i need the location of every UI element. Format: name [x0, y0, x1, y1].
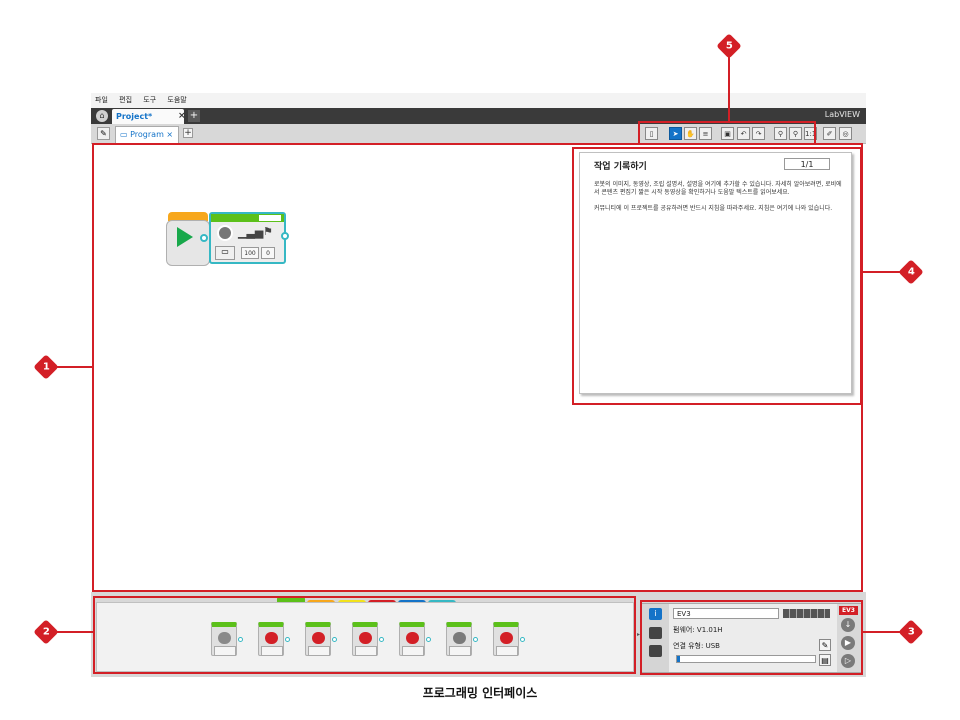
callout-badge-3: 3 — [898, 619, 924, 645]
menu-edit[interactable]: 편집 — [119, 93, 132, 108]
callout-leader — [56, 366, 93, 368]
lobby-home-icon[interactable]: ⌂ — [96, 110, 108, 122]
program-icon: ▭ — [120, 130, 128, 139]
close-icon[interactable]: × — [178, 109, 188, 124]
callout-frame-palette — [93, 596, 636, 674]
callout-frame-content-editor — [572, 147, 862, 405]
menu-bar: 파일 편집 도구 도움말 — [91, 93, 866, 108]
menu-file[interactable]: 파일 — [95, 93, 108, 108]
figure-caption: 프로그래밍 인터페이스 — [422, 686, 538, 700]
port-view-icon[interactable]: ◎ — [839, 127, 852, 140]
callout-badge-5: 5 — [716, 33, 742, 59]
project-properties-wrench-icon[interactable]: ✎ — [97, 127, 110, 140]
callout-badge-4: 4 — [898, 259, 924, 285]
callout-leader — [862, 271, 900, 273]
callout-frame-hardware — [640, 600, 863, 675]
callout-leader — [863, 631, 900, 633]
callout-badge-1: 1 — [33, 354, 59, 380]
menu-tools[interactable]: 도구 — [143, 93, 156, 108]
add-project-button[interactable]: + — [188, 110, 200, 122]
close-icon[interactable]: × — [166, 130, 173, 139]
content-editor-icon[interactable]: ✐ — [823, 127, 836, 140]
menu-help[interactable]: 도움말 — [167, 93, 186, 108]
callout-leader — [728, 56, 730, 121]
callout-frame-toolbar — [638, 121, 816, 145]
callout-badge-2: 2 — [33, 619, 59, 645]
tab-project[interactable]: Project* × — [112, 109, 186, 124]
labview-logo: LabVIEW — [824, 110, 860, 119]
callout-leader — [56, 631, 94, 633]
project-tab-label: Project* — [116, 112, 153, 121]
program-tab-label: Program — [130, 130, 164, 139]
add-program-button[interactable]: + — [183, 128, 193, 138]
tab-program[interactable]: ▭ Program × — [115, 126, 179, 143]
